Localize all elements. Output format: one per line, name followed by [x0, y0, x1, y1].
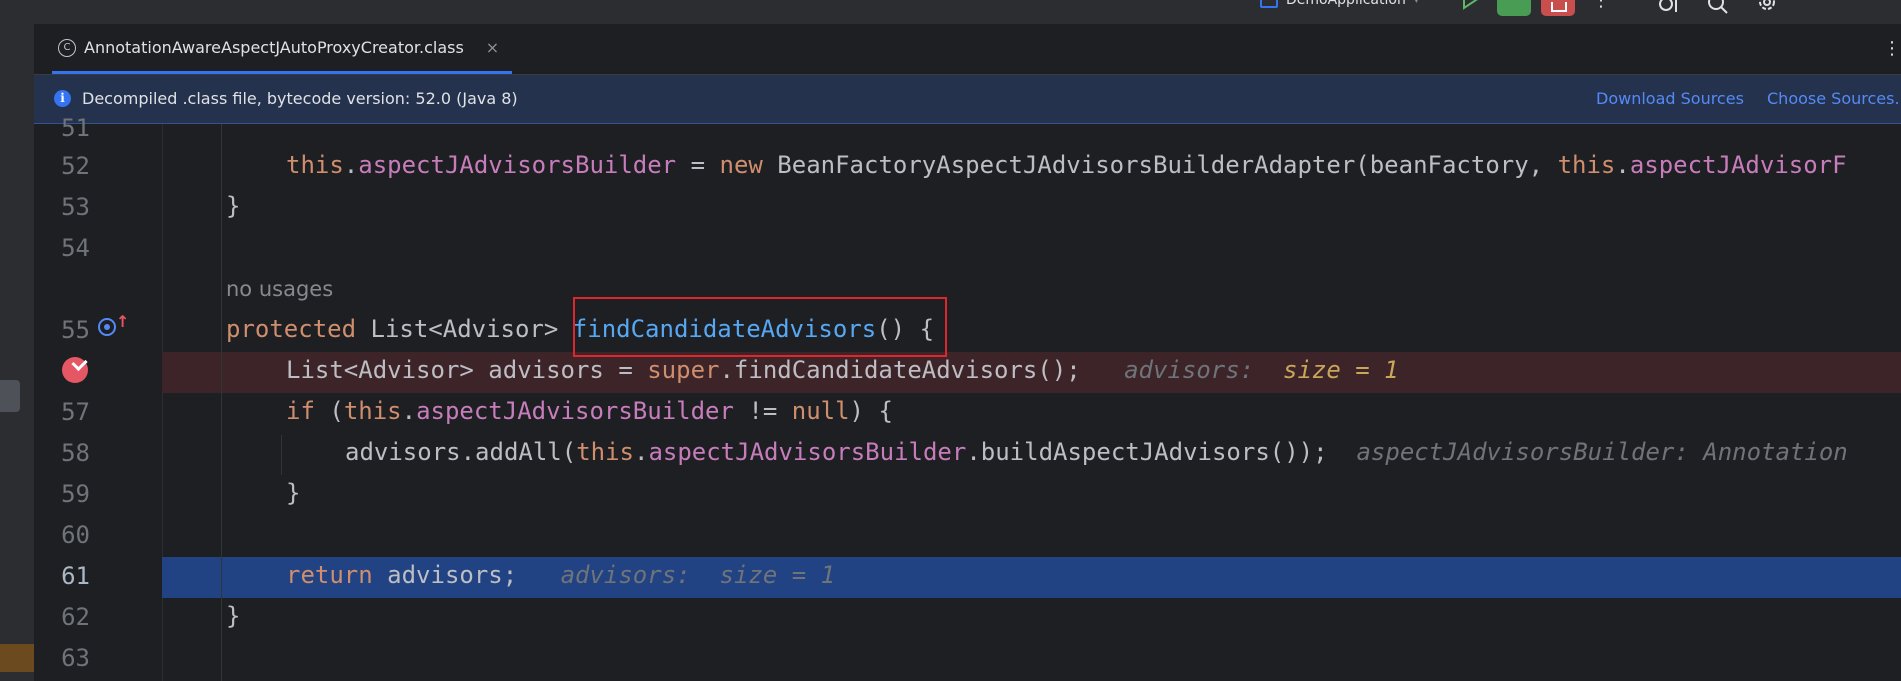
keyword: new [719, 151, 763, 179]
debug-inline-value: size = 1 [719, 561, 836, 589]
tab-label: AnnotationAwareAspectJAutoProxyCreator.c… [84, 38, 464, 57]
code-text: .findCandidateAdvisors(); [719, 356, 1081, 384]
app-config-icon [1260, 0, 1278, 8]
code-line-61[interactable]: return advisors; advisors: size = 1 [286, 555, 835, 596]
overrides-method-icon[interactable] [98, 318, 116, 336]
line-number: 54 [61, 234, 90, 262]
code-text: advisors; [372, 561, 518, 589]
run-config-label: DemoApplication [1286, 0, 1406, 8]
field: aspectJAdvisorF [1629, 151, 1847, 179]
search-icon[interactable] [1705, 0, 1731, 16]
method-highlight-box [573, 297, 947, 357]
keyword: return [286, 561, 373, 589]
code-text: . [401, 397, 417, 425]
run-configuration-selector[interactable]: DemoApplication ▾ [1260, 0, 1419, 8]
choose-sources-link[interactable]: Choose Sources... [1767, 89, 1901, 108]
up-arrow-icon: ↑ [116, 312, 130, 331]
code-text: = [676, 151, 720, 179]
line-number: 55 [61, 316, 90, 344]
code-line-62[interactable]: } [226, 596, 240, 637]
keyword: protected [226, 315, 357, 343]
main-toolbar: DemoApplication ▾ ⋮ [0, 0, 1901, 24]
editor-tab-bar: C AnnotationAwareAspectJAutoProxyCreator… [34, 24, 1901, 75]
debug-inline-hint: advisors: [560, 561, 691, 589]
close-tab-icon[interactable]: × [486, 38, 499, 57]
code-text: advisors.addAll( [345, 438, 577, 466]
tab-options-icon[interactable]: ⋮ [1883, 38, 1901, 59]
code-text: != [733, 397, 792, 425]
more-actions-icon[interactable]: ⋮ [1592, 0, 1610, 16]
code-text: BeanFactoryAspectJAdvisorsBuilderAdapter… [762, 151, 1558, 179]
line-number: 51 [61, 114, 90, 142]
tab-annotation-aware-aspectj-auto-proxy-creator[interactable]: C AnnotationAwareAspectJAutoProxyCreator… [52, 24, 512, 74]
indent-guide [221, 124, 222, 681]
left-tool-window-strip [0, 24, 34, 681]
override-dot [104, 324, 110, 330]
line-number: 62 [61, 603, 90, 631]
code-text: ) { [849, 397, 893, 425]
indent-guide [281, 435, 282, 475]
debug-inline-hint: aspectJAdvisorsBuilder: Annotation [1356, 438, 1848, 466]
keyword: if [286, 397, 315, 425]
field: aspectJAdvisorsBuilder [648, 438, 967, 466]
debug-button[interactable] [1497, 0, 1531, 16]
breakpoint-icon[interactable] [62, 354, 88, 383]
debug-inline-value: size = 1 [1283, 356, 1399, 384]
line-number: 59 [61, 480, 90, 508]
code-text: .buildAspectJAdvisors()); [966, 438, 1328, 466]
code-line-59[interactable]: } [286, 473, 300, 514]
code-line-53[interactable]: } [226, 186, 240, 227]
java-class-icon: C [58, 38, 76, 57]
keyword: this [286, 151, 344, 179]
download-sources-link[interactable]: Download Sources [1596, 89, 1744, 108]
line-number: 53 [61, 193, 90, 221]
line-number: 63 [61, 644, 90, 672]
keyword: this [1557, 151, 1616, 179]
stop-button[interactable] [1541, 0, 1575, 16]
info-icon: i [54, 90, 71, 107]
keyword: super [647, 356, 720, 384]
code-text: List<Advisor> [356, 315, 573, 343]
line-number: 52 [61, 152, 90, 180]
code-text: . [633, 438, 649, 466]
keyword: null [791, 397, 850, 425]
code-text: List<Advisor> advisors = [286, 356, 648, 384]
usages-inlay-hint[interactable]: no usages [226, 277, 333, 301]
line-number: 57 [61, 398, 90, 426]
chevron-down-icon: ▾ [1413, 0, 1419, 6]
banner-message: Decompiled .class file, bytecode version… [82, 89, 518, 108]
line-number: 60 [61, 521, 90, 549]
field: aspectJAdvisorsBuilder [358, 151, 677, 179]
keyword: this [343, 397, 402, 425]
structure-marker[interactable] [0, 644, 34, 672]
line-number: 61 [61, 562, 90, 590]
debug-inline-hint: advisors: [1124, 356, 1255, 384]
code-line-57[interactable]: if (this.aspectJAdvisorsBuilder != null)… [286, 391, 893, 432]
tool-window-handle[interactable] [0, 380, 20, 412]
field: aspectJAdvisorsBuilder [416, 397, 734, 425]
decompiled-notification-banner: i Decompiled .class file, bytecode versi… [34, 75, 1901, 124]
code-with-me-icon[interactable] [1656, 0, 1682, 16]
code-line-58[interactable]: advisors.addAll(this.aspectJAdvisorsBuil… [345, 432, 1848, 473]
code-text: ( [314, 397, 344, 425]
keyword: this [576, 438, 634, 466]
settings-gear-icon[interactable] [1755, 0, 1781, 16]
stop-icon [1551, 2, 1567, 12]
line-number: 58 [61, 439, 90, 467]
code-line-52[interactable]: this.aspectJAdvisorsBuilder = new BeanFa… [286, 145, 1847, 186]
run-icon[interactable] [1460, 0, 1480, 16]
